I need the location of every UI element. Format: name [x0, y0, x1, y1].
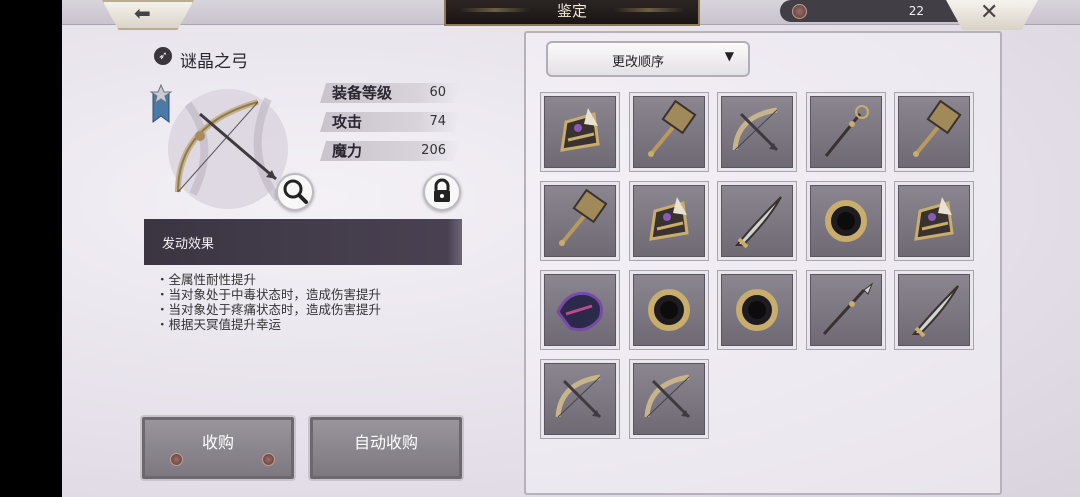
- game-screen: ⬅ 鉴定 22 ✕ ➶ 谜晶之弓 装备等级 60 攻击 74 魔力 206 发动…: [62, 0, 1080, 497]
- bow-icon: [732, 107, 779, 152]
- rank-badge-icon: [150, 84, 172, 123]
- auto-buy-button-label: 自动收购: [353, 433, 418, 452]
- item-slot[interactable]: [629, 93, 708, 171]
- coin-icon: [262, 453, 275, 466]
- item-slot[interactable]: [718, 271, 796, 349]
- back-arrow-icon: ⬅: [134, 1, 151, 25]
- coin-icon: [792, 4, 807, 19]
- stat-row-equip-level: 装备等级 60: [320, 83, 460, 103]
- lock-icon: [434, 178, 450, 202]
- stat-value: 60: [429, 85, 446, 100]
- currency-display: 22: [780, 0, 958, 22]
- stat-row-magic: 魔力 206: [320, 141, 460, 161]
- item-slot[interactable]: [629, 360, 708, 438]
- coin-icon: [170, 453, 183, 466]
- effect-line: 当对象处于疼痛状态时，造成伤害提升: [156, 302, 382, 317]
- item-name: 谜晶之弓: [180, 52, 248, 72]
- item-slot[interactable]: [806, 182, 885, 260]
- item-slot[interactable]: [541, 93, 619, 171]
- item-slot[interactable]: [895, 271, 973, 349]
- item-slot[interactable]: [541, 182, 619, 260]
- staff-icon: [824, 105, 869, 157]
- stat-label: 魔力: [332, 142, 363, 160]
- stat-value: 206: [421, 143, 446, 158]
- stat-row-attack: 攻击 74: [320, 112, 460, 132]
- hammer-icon: [559, 189, 608, 246]
- item-slot[interactable]: [806, 93, 885, 171]
- auto-buy-button[interactable]: 自动收购: [308, 415, 464, 481]
- ring-icon: [647, 289, 690, 331]
- buy-button-label: 收购: [201, 433, 234, 452]
- item-slot[interactable]: [541, 271, 619, 349]
- close-icon: ✕: [980, 0, 999, 25]
- back-button[interactable]: ⬅: [102, 0, 194, 30]
- blade-icon: [734, 196, 782, 249]
- hammer-icon: [913, 100, 962, 157]
- effect-line: 当对象处于中毒状态时，造成伤害提升: [156, 287, 382, 302]
- gem-icon: [556, 291, 603, 332]
- hammer-icon: [647, 100, 697, 157]
- item-slot[interactable]: [806, 271, 885, 349]
- lock-button[interactable]: [423, 173, 461, 211]
- bow-icon: [555, 374, 602, 419]
- bow-type-icon: ➶: [154, 47, 172, 65]
- stat-value: 74: [429, 114, 446, 129]
- stat-label: 装备等级: [332, 84, 393, 102]
- spear-icon: [822, 282, 873, 336]
- item-slot[interactable]: [629, 271, 708, 349]
- screen-title-text: 鉴定: [556, 2, 587, 20]
- screen-title: 鉴定: [444, 0, 700, 26]
- sort-label: 更改顺序: [612, 55, 665, 70]
- ring-icon: [824, 200, 867, 242]
- item-slot[interactable]: [541, 360, 619, 438]
- zoom-button[interactable]: [276, 173, 314, 211]
- close-button[interactable]: ✕: [946, 0, 1038, 30]
- gauntlet-icon: [914, 197, 954, 241]
- currency-count: 22: [908, 4, 924, 18]
- dropdown-arrow-icon: ▼: [724, 49, 734, 63]
- item-slot[interactable]: [718, 93, 796, 171]
- effect-header: 发动效果: [144, 219, 462, 265]
- gauntlet-icon: [560, 108, 600, 152]
- magnifier-icon: [283, 179, 308, 204]
- effect-list: 全属性耐性提升 当对象处于中毒状态时，造成伤害提升 当对象处于疼痛状态时，造成伤…: [156, 272, 382, 332]
- ring-icon: [736, 289, 778, 331]
- item-slot[interactable]: [629, 182, 708, 260]
- blade-icon: [911, 285, 959, 338]
- sort-order-dropdown[interactable]: 更改顺序 ▼: [546, 41, 750, 77]
- item-slot[interactable]: [895, 93, 973, 171]
- effect-line: 全属性耐性提升: [156, 272, 381, 287]
- stat-label: 攻击: [332, 113, 363, 131]
- gauntlet-icon: [648, 197, 689, 241]
- buy-button[interactable]: 收购: [140, 415, 296, 481]
- bow-icon: [644, 374, 690, 419]
- item-slot[interactable]: [718, 182, 796, 260]
- effect-line: 根据天冥值提升幸运: [156, 317, 381, 332]
- item-slot[interactable]: [895, 182, 973, 260]
- effect-title: 发动效果: [162, 237, 215, 252]
